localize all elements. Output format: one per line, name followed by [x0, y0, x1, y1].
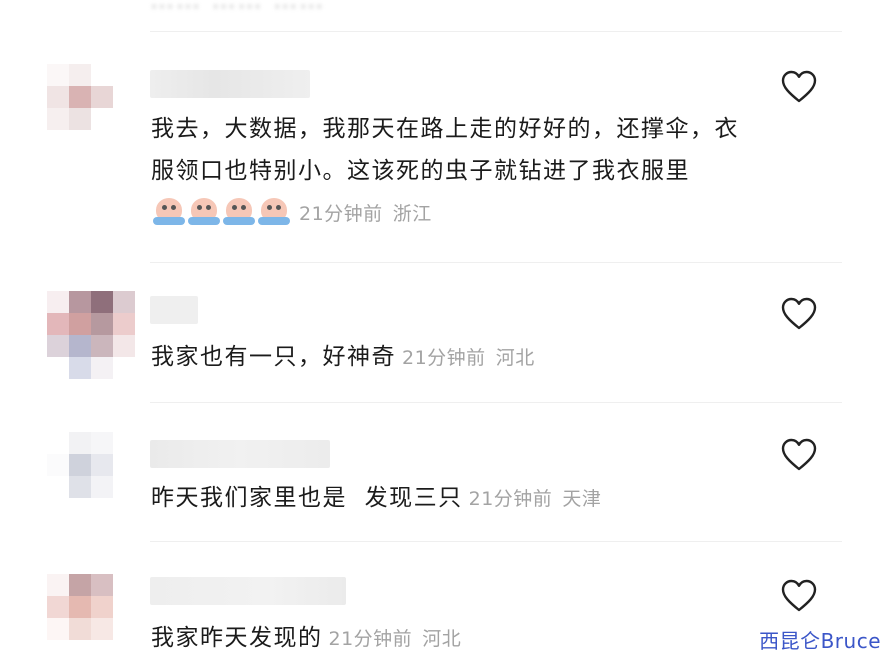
divider	[150, 262, 842, 263]
comment-time: 21分钟前	[402, 347, 486, 369]
heart-outline-icon[interactable]	[781, 297, 817, 331]
username-blurred[interactable]	[150, 440, 330, 468]
comment-meta: 21分钟前 河北	[329, 628, 462, 650]
crying-emoji-icon	[223, 196, 255, 226]
comment-list: …… …… …… 我去，大数据，我那天在路上走的好好的，还撑伞，衣服领口也特别小…	[0, 0, 891, 670]
heart-outline-icon[interactable]	[781, 579, 817, 613]
comment-body: 昨天我们家里也是 发现三只	[151, 485, 463, 511]
avatar[interactable]	[47, 64, 135, 152]
comment-meta: 21分钟前 河北	[402, 347, 535, 369]
comment-text: 我家也有一只，好神奇 21分钟前 河北	[151, 336, 741, 379]
comment-body: 我家昨天发现的	[151, 625, 323, 651]
emoji-group	[153, 196, 293, 240]
divider	[150, 402, 842, 403]
comment-body: 我去，大数据，我那天在路上走的好好的，还撑伞，衣服领口也特别小。这该死的虫子就钻…	[151, 116, 739, 184]
comment-text: 昨天我们家里也是 发现三只 21分钟前 天津	[151, 477, 741, 520]
crying-emoji-icon	[188, 196, 220, 226]
comment-meta: 21分钟前 浙江	[299, 203, 432, 225]
heart-outline-icon[interactable]	[781, 70, 817, 104]
avatar[interactable]	[47, 291, 135, 379]
comment-location: 河北	[495, 347, 535, 369]
comment-location: 河北	[422, 628, 462, 650]
comment-location: 浙江	[392, 203, 432, 225]
comment-text: 我去，大数据，我那天在路上走的好好的，还撑伞，衣服领口也特别小。这该死的虫子就钻…	[151, 108, 741, 240]
heart-outline-icon[interactable]	[781, 438, 817, 472]
watermark: 西昆仑Bruce	[759, 629, 881, 653]
username-blurred[interactable]	[150, 296, 198, 324]
username-blurred[interactable]	[150, 70, 310, 98]
previous-comment-fragment: …… …… ……	[150, 0, 326, 14]
avatar[interactable]	[47, 574, 135, 662]
comment-meta: 21分钟前 天津	[469, 488, 602, 510]
comment-time: 21分钟前	[468, 488, 553, 510]
comment-time: 21分钟前	[299, 203, 383, 225]
comment-text: 我家昨天发现的 21分钟前 河北	[151, 617, 741, 660]
crying-emoji-icon	[258, 196, 290, 226]
crying-emoji-icon	[153, 196, 185, 226]
username-blurred[interactable]	[150, 577, 346, 605]
comment-location: 天津	[562, 488, 602, 510]
divider	[150, 31, 842, 32]
avatar[interactable]	[47, 432, 135, 520]
comment-body: 我家也有一只，好神奇	[151, 344, 396, 370]
divider	[150, 541, 842, 542]
comment-time: 21分钟前	[328, 628, 413, 650]
